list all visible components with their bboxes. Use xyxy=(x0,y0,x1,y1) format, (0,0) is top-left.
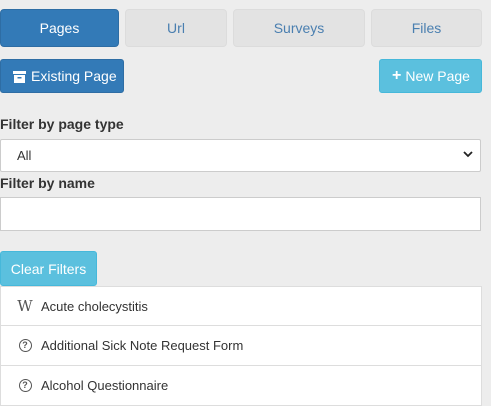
tab-surveys[interactable]: Surveys xyxy=(233,9,365,47)
wikipedia-icon: W xyxy=(17,297,33,315)
page-type-value: All xyxy=(17,148,32,163)
list-item-label: Additional Sick Note Request Form xyxy=(41,338,244,353)
chevron-down-icon xyxy=(462,148,474,160)
clear-filters-button[interactable]: Clear Filters xyxy=(0,251,97,286)
archive-icon xyxy=(13,70,26,83)
name-filter-input[interactable] xyxy=(0,197,481,231)
name-filter-label: Filter by name xyxy=(0,175,95,191)
source-tabs: Pages Url Surveys Files xyxy=(0,9,491,49)
list-item[interactable]: ? Alcohol Questionnaire xyxy=(0,366,482,406)
list-item[interactable]: ? Additional Sick Note Request Form xyxy=(0,326,482,366)
tab-pages[interactable]: Pages xyxy=(0,9,119,47)
page-list: W Acute cholecystitis ? Additional Sick … xyxy=(0,286,482,406)
tab-files[interactable]: Files xyxy=(371,9,482,47)
new-page-label: New Page xyxy=(405,68,470,84)
page-type-filter-label: Filter by page type xyxy=(0,116,124,132)
existing-page-button[interactable]: Existing Page xyxy=(0,59,124,93)
plus-icon: + xyxy=(392,67,402,84)
list-item-label: Acute cholecystitis xyxy=(41,298,148,314)
page-type-select[interactable]: All xyxy=(0,139,481,172)
existing-page-label: Existing Page xyxy=(31,68,117,84)
list-item[interactable]: W Acute cholecystitis xyxy=(0,286,482,326)
tab-url[interactable]: Url xyxy=(125,9,227,47)
question-circle-icon: ? xyxy=(15,339,35,352)
new-page-button[interactable]: + New Page xyxy=(379,59,482,93)
